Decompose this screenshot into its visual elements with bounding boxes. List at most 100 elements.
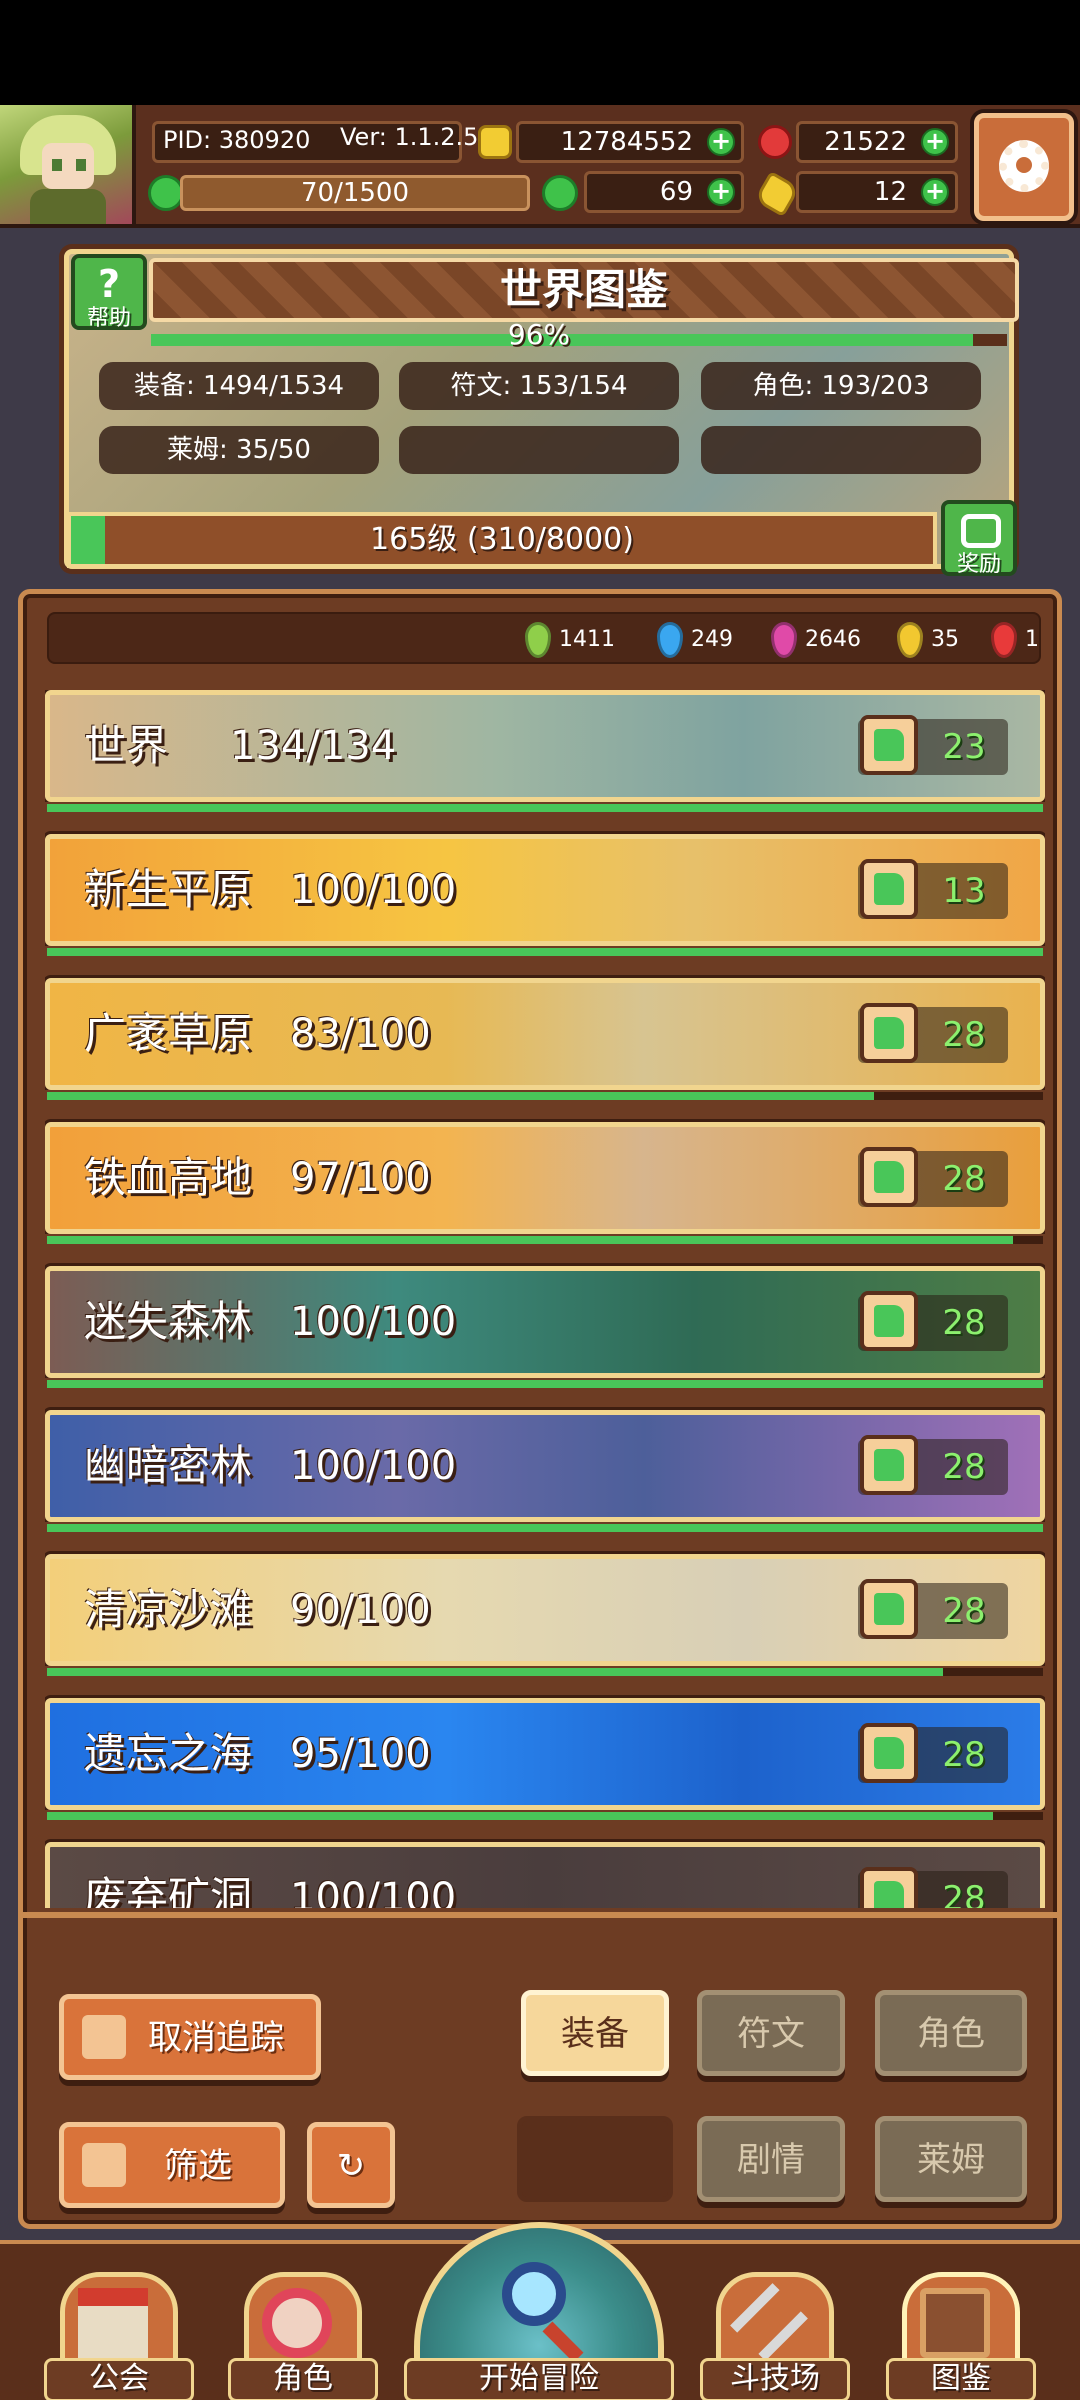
region-name: 遗忘之海: [84, 1729, 253, 1778]
collection-level-bar: 165级 (310/8000): [67, 512, 937, 568]
region-name: 幽暗密林: [84, 1441, 253, 1490]
region-row[interactable]: 遗忘之海 95/100 28: [45, 1698, 1045, 1822]
reward-icon: [961, 514, 1001, 548]
stamina-value: 70/1500: [300, 178, 409, 208]
region-count: 97/100: [290, 1155, 431, 1201]
stamina-icon: [148, 175, 184, 211]
region-row[interactable]: 幽暗密林 100/100 28: [45, 1410, 1045, 1534]
region-count: 134/134: [230, 723, 397, 769]
completion-percent: 96%: [507, 318, 571, 351]
track-region-button[interactable]: [860, 1147, 918, 1207]
gem-count: 2646: [805, 627, 861, 652]
stat-empty-slot: [701, 426, 981, 474]
region-card[interactable]: 世界 134/134 23: [45, 690, 1045, 802]
track-region-button[interactable]: [860, 1579, 918, 1639]
region-list[interactable]: 世界 134/134 23 新生平原 100/100 13 广袤草原 83/100 28 铁血高地…: [45, 690, 1045, 1908]
region-progress-fill: [47, 1092, 874, 1100]
track-region-button[interactable]: [860, 859, 918, 919]
gem-count: 249: [691, 627, 733, 652]
region-card[interactable]: 铁血高地 97/100 28: [45, 1122, 1045, 1234]
ruby-slot: 21522 +: [796, 121, 958, 163]
tab-story[interactable]: 剧情: [697, 2116, 845, 2202]
add-clover-button[interactable]: +: [707, 178, 735, 206]
key-icon: [753, 170, 801, 218]
region-progress-fill: [47, 1812, 994, 1820]
character-icon: [262, 2288, 332, 2358]
region-row[interactable]: 迷失森林 100/100 28: [45, 1266, 1045, 1390]
avatar-eye: [52, 159, 62, 171]
player-avatar[interactable]: [0, 105, 136, 224]
ruby-amount: 21522: [824, 127, 907, 157]
thumbs-up-icon: [874, 1881, 904, 1908]
region-like-box: 28: [858, 1003, 1008, 1063]
settings-button[interactable]: [974, 113, 1074, 221]
game-screen: PID: 380920 Ver: 1.1.2.5 12784552 + 2152…: [0, 105, 1080, 2400]
region-card[interactable]: 清凉沙滩 90/100 28: [45, 1554, 1045, 1666]
nav-guild[interactable]: 公会: [44, 2272, 194, 2400]
region-row[interactable]: 世界 134/134 23: [45, 690, 1045, 814]
region-row[interactable]: 铁血高地 97/100 28: [45, 1122, 1045, 1246]
add-ruby-button[interactable]: +: [921, 128, 949, 156]
region-like-count: 28: [942, 1879, 986, 1908]
avatar-face: [42, 143, 94, 189]
region-progress-fill: [47, 1668, 944, 1676]
track-region-button[interactable]: [860, 1723, 918, 1783]
region-row[interactable]: 新生平原 100/100 13: [45, 834, 1045, 958]
region-progress-bar: [45, 1378, 1045, 1390]
region-count: 90/100: [290, 1587, 431, 1633]
region-progress-fill: [47, 1236, 1014, 1244]
region-card[interactable]: 幽暗密林 100/100 28: [45, 1410, 1045, 1522]
region-progress-bar: [45, 946, 1045, 958]
nav-start-adventure[interactable]: 开始冒险: [404, 2222, 674, 2400]
tab-runes[interactable]: 符文: [697, 1990, 845, 2076]
region-progress-fill: [47, 1380, 1043, 1388]
collection-summary-panel: 世界图鉴 ? 帮助 96% 装备: 1494/1534 符文: 153/154 …: [64, 249, 1019, 577]
tab-slimes[interactable]: 莱姆: [875, 2116, 1027, 2202]
nav-character-label: 角色: [228, 2358, 378, 2400]
region-card[interactable]: 遗忘之海 95/100 28: [45, 1698, 1045, 1810]
track-region-button[interactable]: [860, 1435, 918, 1495]
region-row[interactable]: 清凉沙滩 90/100 28: [45, 1554, 1045, 1678]
region-name: 新生平原: [84, 865, 253, 914]
nav-character[interactable]: 角色: [228, 2272, 378, 2400]
region-card[interactable]: 新生平原 100/100 13: [45, 834, 1045, 946]
gem-count: 1: [1025, 627, 1039, 652]
add-gold-button[interactable]: +: [707, 128, 735, 156]
stat-runes: 符文: 153/154: [399, 362, 679, 410]
track-region-button[interactable]: [860, 715, 918, 775]
nav-arena-label: 斗技场: [700, 2358, 850, 2400]
reward-label: 奖励: [956, 552, 1001, 577]
nav-guild-label: 公会: [44, 2358, 194, 2400]
region-name: 世界: [84, 721, 169, 770]
nav-arena[interactable]: 斗技场: [700, 2272, 850, 2400]
untrack-button[interactable]: 取消追踪: [59, 1994, 321, 2080]
region-count: 95/100: [290, 1731, 431, 1777]
clover-slot: 69 +: [584, 171, 744, 213]
region-row[interactable]: 广袤草原 83/100 28: [45, 978, 1045, 1102]
refresh-button[interactable]: ↻: [307, 2122, 395, 2208]
filter-button[interactable]: 筛选: [59, 2122, 285, 2208]
region-name: 废弃矿洞: [84, 1873, 253, 1908]
stat-equipment: 装备: 1494/1534: [99, 362, 379, 410]
region-count: 100/100: [290, 1875, 457, 1908]
collection-level-label: 165级 (310/8000): [370, 522, 634, 557]
add-key-button[interactable]: +: [921, 178, 949, 206]
region-card[interactable]: 广袤草原 83/100 28: [45, 978, 1045, 1090]
track-region-button[interactable]: [860, 1291, 918, 1351]
nav-collection[interactable]: 图鉴: [886, 2272, 1036, 2400]
tab-equipment[interactable]: 装备: [521, 1990, 669, 2076]
region-like-box: 28: [858, 1147, 1008, 1207]
region-card[interactable]: 废弃矿洞 100/100 28: [45, 1842, 1045, 1908]
ruby-icon: [758, 125, 792, 159]
gear-icon: [999, 140, 1049, 192]
region-card[interactable]: 迷失森林 100/100 28: [45, 1266, 1045, 1378]
region-count: 100/100: [290, 1299, 457, 1345]
region-row[interactable]: 废弃矿洞 100/100 28: [45, 1842, 1045, 1908]
track-region-button[interactable]: [860, 1003, 918, 1063]
collection-title: 世界图鉴: [499, 265, 668, 314]
track-region-button[interactable]: [860, 1867, 918, 1908]
tab-characters[interactable]: 角色: [875, 1990, 1027, 2076]
gem-icon: [897, 622, 923, 658]
avatar-body: [30, 189, 106, 224]
reward-button[interactable]: 奖励: [941, 500, 1017, 577]
